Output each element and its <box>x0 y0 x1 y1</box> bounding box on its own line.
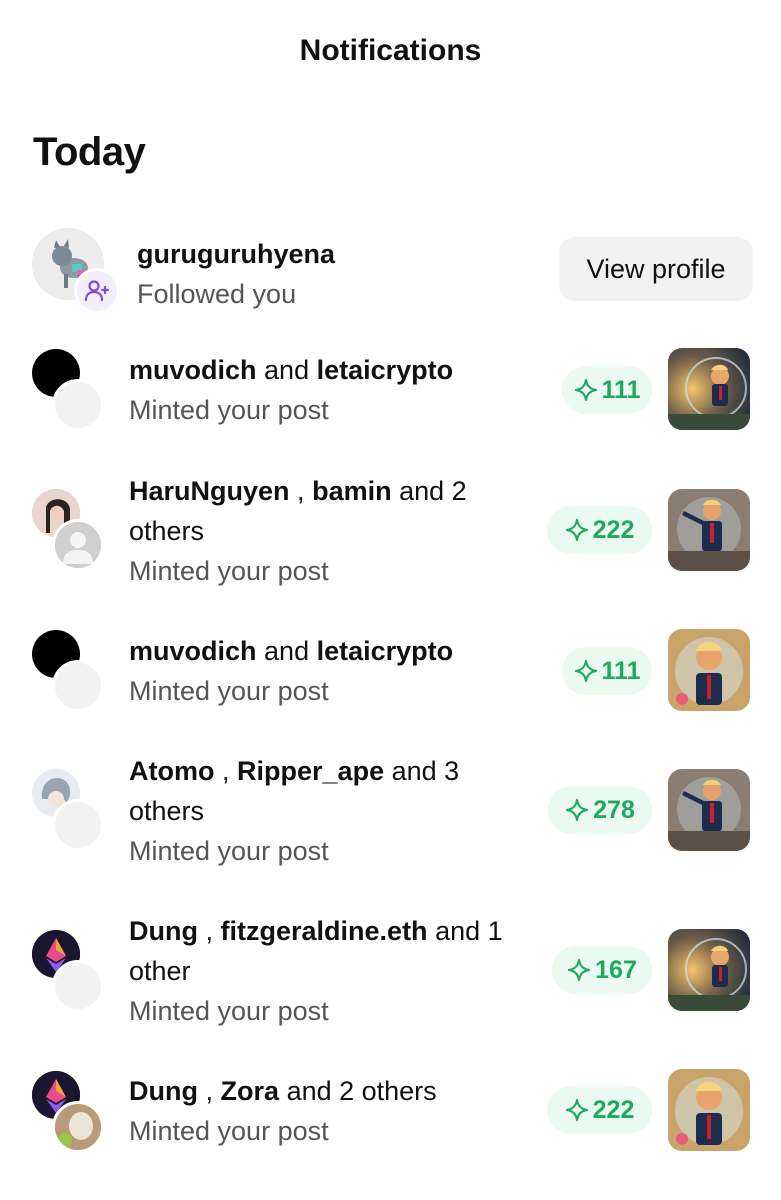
mint-notification-row[interactable]: HaruNguyen , bamin and 2 others Minted y… <box>0 470 781 590</box>
minters-text: Atomo , Ripper_ape and 3 others Minted y… <box>129 751 539 871</box>
minter-name[interactable]: fitzgeraldine.eth <box>221 916 428 946</box>
follow-badge <box>74 268 120 314</box>
avatar[interactable] <box>52 960 104 1012</box>
mint-notification-row[interactable]: muvodich and letaicrypto Minted your pos… <box>0 629 781 720</box>
mint-count-badge: 111 <box>562 366 652 414</box>
sparkle-icon <box>566 798 589 822</box>
post-thumbnail[interactable] <box>668 929 750 1011</box>
post-thumbnail[interactable] <box>668 769 750 851</box>
sparkle-icon <box>568 958 591 982</box>
mint-count: 222 <box>592 1095 635 1124</box>
mint-notification-row[interactable]: Atomo , Ripper_ape and 3 others Minted y… <box>0 750 781 870</box>
minter-name[interactable]: Atomo <box>129 756 214 786</box>
page-title: Notifications <box>299 34 482 67</box>
mint-count: 111 <box>601 375 641 404</box>
minter-name[interactable]: letaicrypto <box>317 355 454 385</box>
mint-count-badge: 222 <box>547 1086 652 1134</box>
minter-name[interactable]: HaruNguyen <box>129 476 290 506</box>
minter-name[interactable]: muvodich <box>129 636 257 666</box>
section-title-today: Today <box>33 130 146 174</box>
mint-action-text: Minted your post <box>129 996 329 1026</box>
mint-count: 167 <box>595 955 637 984</box>
minter-name[interactable]: muvodich <box>129 355 257 385</box>
follower-username[interactable]: guruguruhyena <box>137 234 335 274</box>
default-user-icon <box>55 522 101 568</box>
mint-notification-row[interactable]: Dung , fitzgeraldine.eth and 1 other Min… <box>0 910 781 1030</box>
minter-name[interactable]: Zora <box>221 1076 280 1106</box>
sparkle-icon <box>574 659 597 683</box>
avatar[interactable] <box>52 1101 104 1153</box>
minter-name[interactable]: Dung <box>129 1076 198 1106</box>
avatar[interactable] <box>52 799 104 851</box>
post-thumbnail[interactable] <box>668 1069 750 1151</box>
mint-notification-row[interactable]: Dung , Zora and 2 others Minted your pos… <box>0 1069 781 1160</box>
sparkle-icon <box>565 518 588 542</box>
sparkle-icon <box>565 1098 588 1122</box>
user-plus-icon <box>84 280 110 302</box>
mint-action-text: Minted your post <box>129 395 329 425</box>
follow-action-text: Followed you <box>137 279 297 309</box>
minters-text: muvodich and letaicrypto Minted your pos… <box>129 631 539 711</box>
minters-text: Dung , fitzgeraldine.eth and 1 other Min… <box>129 911 539 1031</box>
avatar[interactable] <box>52 660 104 712</box>
sparkle-icon <box>574 378 597 402</box>
mint-action-text: Minted your post <box>129 676 329 706</box>
post-thumbnail[interactable] <box>668 629 750 711</box>
mint-count: 278 <box>593 795 635 824</box>
view-profile-button[interactable]: View profile <box>559 237 753 301</box>
minters-text: HaruNguyen , bamin and 2 others Minted y… <box>129 471 539 591</box>
follow-notification-row[interactable]: guruguruhyena Followed you View profile <box>0 228 781 318</box>
post-thumbnail[interactable] <box>668 348 750 430</box>
post-thumbnail[interactable] <box>668 489 750 571</box>
minters-text: muvodich and letaicrypto Minted your pos… <box>129 350 539 430</box>
minter-name[interactable]: bamin <box>312 476 392 506</box>
mint-action-text: Minted your post <box>129 1116 329 1146</box>
avatar[interactable] <box>52 379 104 431</box>
mint-count: 222 <box>592 515 635 544</box>
mint-count-badge: 222 <box>547 506 652 554</box>
mint-notification-row[interactable]: muvodich and letaicrypto Minted your pos… <box>0 348 781 439</box>
mint-count-badge: 111 <box>562 647 652 695</box>
minter-name[interactable]: letaicrypto <box>317 636 454 666</box>
mint-action-text: Minted your post <box>129 556 329 586</box>
minters-text: Dung , Zora and 2 others Minted your pos… <box>129 1071 539 1151</box>
mint-action-text: Minted your post <box>129 836 329 866</box>
mint-count: 111 <box>601 656 641 685</box>
minter-name[interactable]: Ripper_ape <box>237 756 384 786</box>
minter-name[interactable]: Dung <box>129 916 198 946</box>
mint-count-badge: 167 <box>552 946 652 994</box>
avatar[interactable] <box>52 519 104 571</box>
mint-count-badge: 278 <box>548 786 652 834</box>
